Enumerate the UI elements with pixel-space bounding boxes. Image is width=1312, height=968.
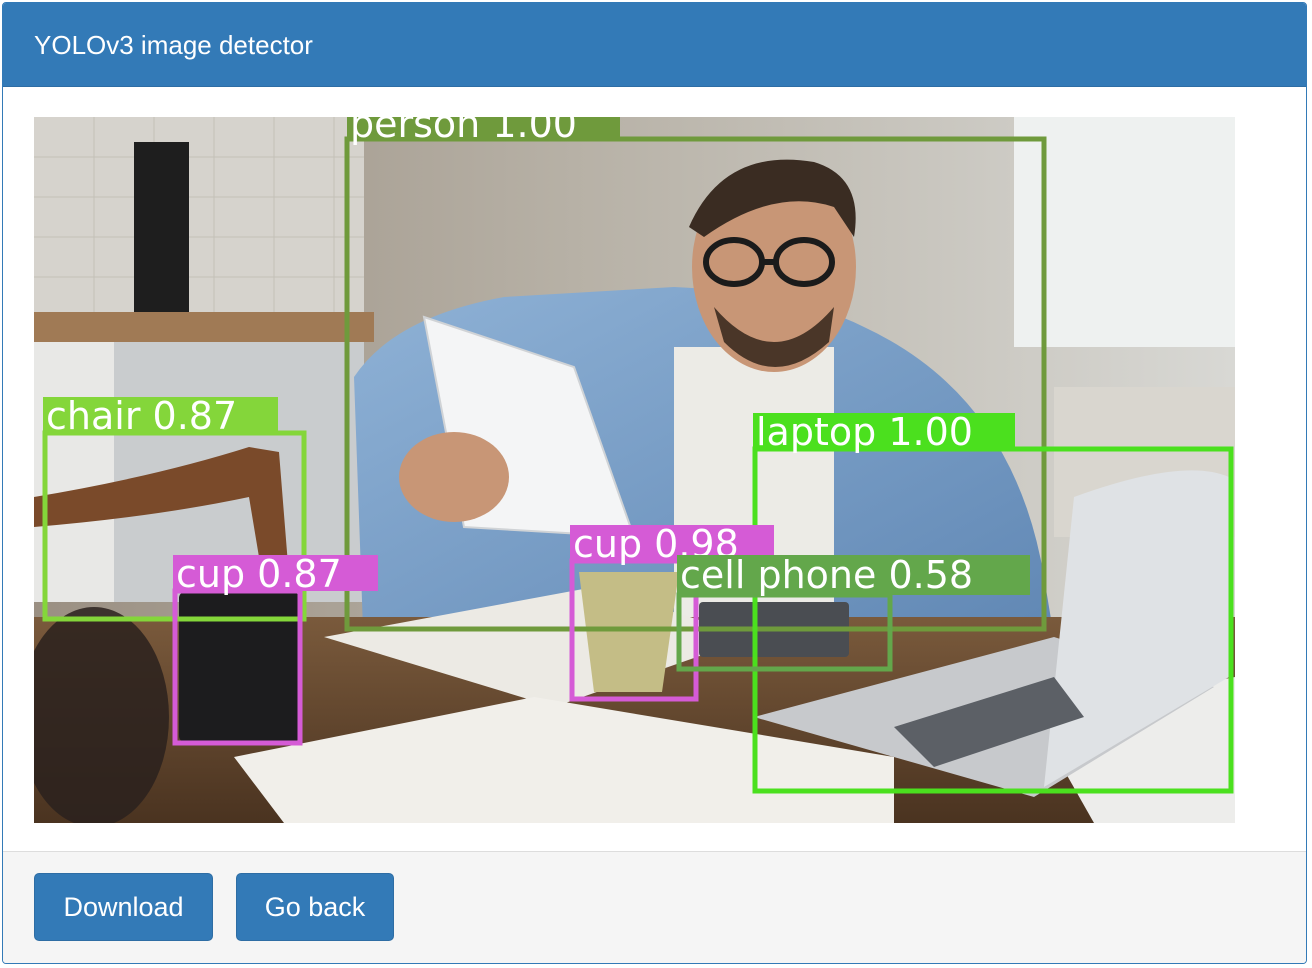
page-title: YOLOv3 image detector <box>34 30 313 60</box>
detection-cell-phone-label: cell phone 0.58 <box>680 553 973 597</box>
download-button[interactable]: Download <box>34 873 213 941</box>
detection-result-image: person 1.00 chair 0.87 laptop 1.00 cup 0… <box>34 117 1235 823</box>
panel-heading: YOLOv3 image detector <box>3 3 1306 87</box>
photo-scene <box>34 117 1235 823</box>
panel-footer: Download Go back <box>3 851 1306 963</box>
detection-canvas: person 1.00 chair 0.87 laptop 1.00 cup 0… <box>34 117 1235 823</box>
panel-body: person 1.00 chair 0.87 laptop 1.00 cup 0… <box>3 88 1306 853</box>
detection-chair-label: chair 0.87 <box>46 394 237 438</box>
detection-laptop-label: laptop 1.00 <box>756 410 973 454</box>
detection-person-label: person 1.00 <box>350 117 577 146</box>
go-back-button[interactable]: Go back <box>236 873 394 941</box>
detector-panel: YOLOv3 image detector person 1.00 chair … <box>2 2 1307 964</box>
detection-cup-1-label: cup 0.87 <box>176 552 342 596</box>
